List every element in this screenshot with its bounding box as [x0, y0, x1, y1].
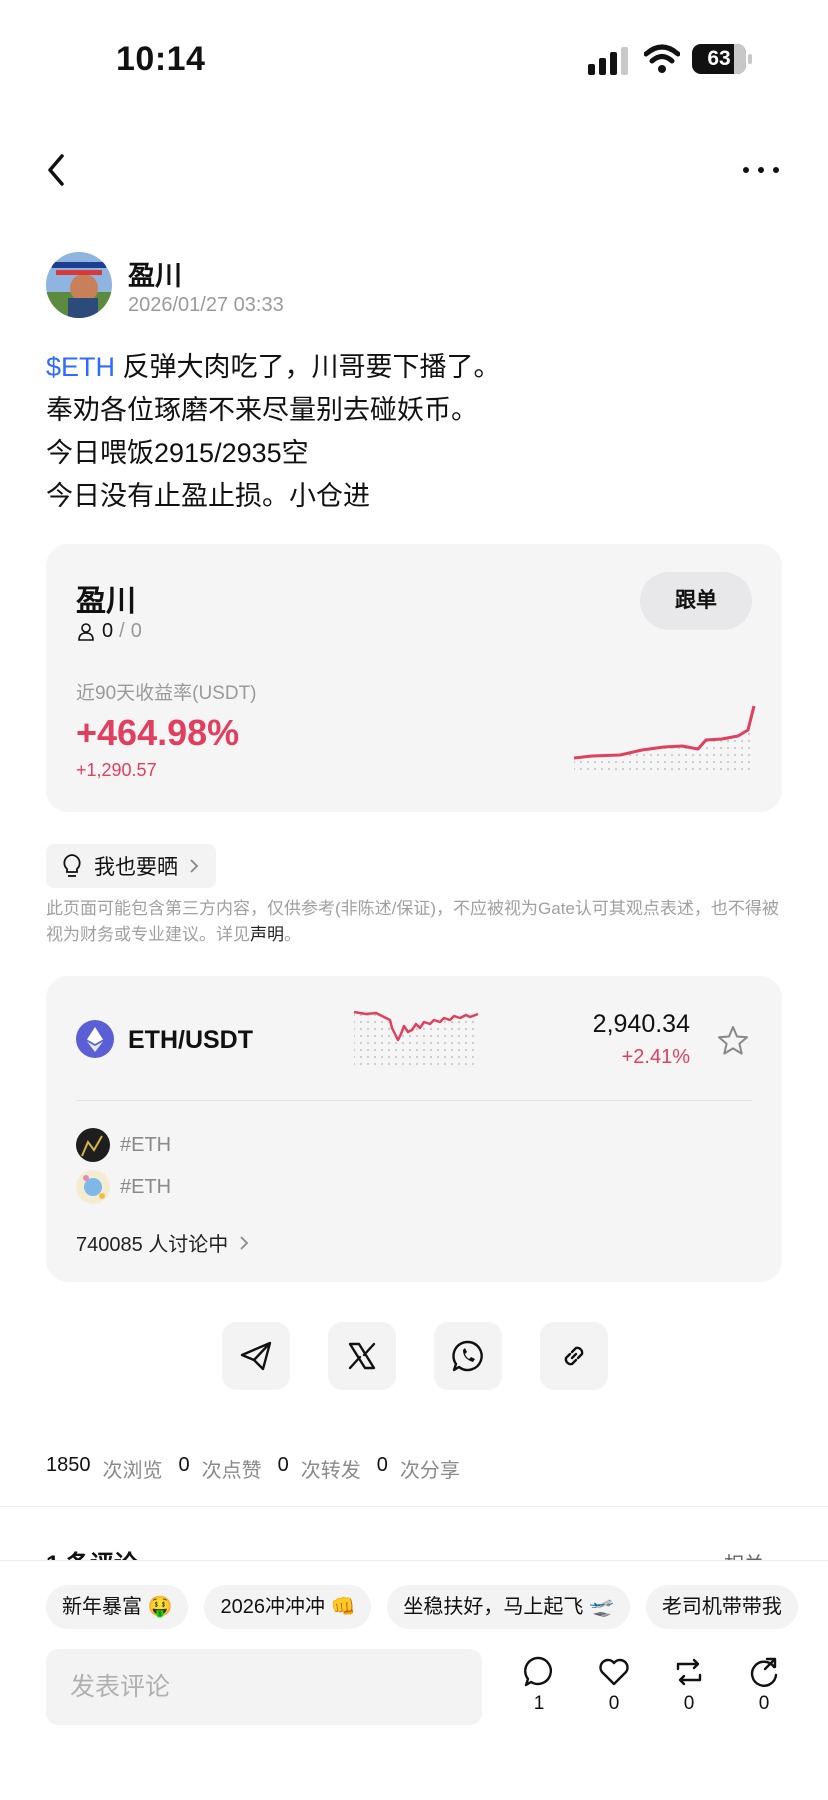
chevron-right-icon — [190, 859, 199, 873]
quick-reply-chip[interactable]: 老司机带带我 — [645, 1585, 798, 1629]
quick-reply-chips: 新年暴富 🤑 2026冲冲冲 👊 坐稳扶好，马上起飞 🛫 老司机带带我 — [46, 1585, 798, 1629]
profit-sparkline — [573, 705, 756, 772]
market-card[interactable]: ETH/USDT 2,940.34 +2.41% #ETH #ETH 74008… — [46, 976, 782, 1282]
post-line: $ETH 反弹大肉吃了，川哥要下播了。 — [46, 346, 786, 389]
x-icon — [348, 1342, 376, 1370]
comment-count: 1 — [533, 1693, 545, 1714]
price-sparkline — [353, 1010, 479, 1066]
likes-count: 0 — [178, 1454, 190, 1476]
copy-trade-card[interactable]: 盈川 0/0 跟单 近90天收益率(USDT) +464.98% +1,290.… — [46, 544, 782, 812]
discussion-count: 740085 人讨论中 — [76, 1234, 229, 1256]
follower-count: 0/0 — [76, 620, 142, 643]
disclaimer-text: 此页面可能包含第三方内容，仅供参考(非陈述/保证)，不应被视为Gate认可其观点… — [46, 899, 779, 944]
wifi-icon — [644, 44, 680, 73]
divider — [76, 1100, 752, 1101]
trader-name: 盈川 — [76, 585, 136, 618]
telegram-icon — [240, 1341, 272, 1371]
repost-action-button[interactable]: 0 — [664, 1655, 714, 1715]
quick-reply-chip[interactable]: 2026冲冲冲 👊 — [204, 1585, 372, 1629]
copy-trade-button[interactable]: 跟单 — [640, 572, 752, 630]
profit-rate-label: 近90天收益率(USDT) — [76, 683, 257, 704]
topic-avatar — [76, 1128, 110, 1162]
status-time: 10:14 — [116, 40, 206, 78]
author-name[interactable]: 盈川 — [128, 254, 182, 293]
post-content: $ETH 反弹大肉吃了，川哥要下播了。 奉劝各位琢磨不来尽量别去碰妖币。 今日喂… — [46, 346, 786, 518]
chevron-right-icon — [240, 1235, 249, 1250]
comment-composer-panel: 新年暴富 🤑 2026冲冲冲 👊 坐稳扶好，马上起飞 🛫 老司机带带我 1 0 … — [0, 1560, 828, 1800]
share-whatsapp-button[interactable] — [434, 1322, 502, 1390]
comment-action-button[interactable]: 1 — [514, 1655, 564, 1715]
post-text: 反弹大肉吃了，川哥要下播了。 — [115, 352, 501, 382]
like-count: 0 — [608, 1693, 620, 1714]
disclaimer-end: 。 — [284, 925, 301, 944]
repost-icon — [676, 1658, 702, 1686]
last-price: 2,940.34 — [592, 1010, 690, 1038]
price-change: +2.41% — [621, 1046, 690, 1068]
status-bar: 10:14 63 — [0, 0, 828, 110]
lightbulb-icon — [63, 854, 81, 877]
trading-pair: ETH/USDT — [128, 1026, 253, 1054]
views-count: 1850 — [46, 1454, 91, 1476]
topic-label: #ETH — [120, 1175, 172, 1198]
topic-avatar — [76, 1170, 110, 1204]
eth-logo-icon — [76, 1020, 114, 1058]
more-options-button[interactable] — [738, 152, 784, 188]
quick-reply-chip[interactable]: 新年暴富 🤑 — [46, 1585, 189, 1629]
post-line: 今日喂饭2915/2935空 — [46, 438, 309, 468]
cellular-signal-icon — [588, 47, 628, 75]
share-arrow-icon — [750, 1657, 778, 1687]
share-row — [222, 1322, 608, 1390]
share-x-button[interactable] — [328, 1322, 396, 1390]
disclaimer: 此页面可能包含第三方内容，仅供参考(非陈述/保证)，不应被视为Gate认可其观点… — [46, 896, 786, 948]
post-line: 奉劝各位琢磨不来尽量别去碰妖币。 — [46, 395, 478, 425]
share-telegram-button[interactable] — [222, 1322, 290, 1390]
like-action-button[interactable]: 0 — [589, 1655, 639, 1715]
link-icon — [564, 1346, 584, 1366]
topic-label: #ETH — [120, 1133, 172, 1156]
reposts-count: 0 — [277, 1454, 289, 1476]
topic-item[interactable]: #ETH — [76, 1128, 171, 1162]
post-timestamp: 2026/01/27 03:33 — [128, 294, 284, 316]
post-stats: 1850 次浏览 0 次点赞 0 次转发 0 次分享 — [46, 1454, 464, 1483]
shares-label: 次分享 — [399, 1460, 460, 1482]
copy-link-button[interactable] — [540, 1322, 608, 1390]
profit-rate: +464.98% — [76, 712, 240, 753]
share-pnl-label: 我也要晒 — [94, 856, 178, 879]
topic-item[interactable]: #ETH — [76, 1170, 171, 1204]
heart-icon — [599, 1658, 629, 1686]
share-count: 0 — [758, 1693, 770, 1714]
coin-tag-link[interactable]: $ETH — [46, 352, 115, 382]
followers-separator: / — [119, 620, 125, 642]
followers-total: 0 — [130, 620, 142, 642]
profit-amount: +1,290.57 — [76, 760, 157, 780]
comment-input[interactable] — [46, 1649, 482, 1725]
divider — [0, 1506, 828, 1507]
post-line: 今日没有止盈止损。小仓进 — [46, 481, 370, 511]
views-label: 次浏览 — [102, 1460, 163, 1482]
back-button[interactable] — [40, 150, 74, 190]
comment-bubble-icon — [524, 1656, 552, 1687]
discussion-link[interactable]: 740085 人讨论中 — [76, 1228, 250, 1257]
likes-label: 次点赞 — [201, 1460, 262, 1482]
share-pnl-button[interactable]: 我也要晒 — [46, 844, 216, 888]
battery-level: 63 — [707, 47, 731, 70]
share-action-button[interactable]: 0 — [739, 1655, 789, 1715]
quick-reply-chip[interactable]: 坐稳扶好，马上起飞 🛫 — [387, 1585, 630, 1629]
author-avatar[interactable] — [46, 252, 112, 318]
shares-count: 0 — [376, 1454, 388, 1476]
disclaimer-link[interactable]: 声明 — [250, 925, 284, 944]
person-icon — [78, 622, 94, 641]
repost-count: 0 — [683, 1693, 695, 1714]
followers-current: 0 — [102, 620, 114, 642]
whatsapp-icon — [452, 1340, 483, 1372]
battery-icon: 63 — [692, 44, 752, 74]
favorite-star-button[interactable] — [716, 1024, 750, 1058]
reposts-label: 次转发 — [300, 1460, 361, 1482]
